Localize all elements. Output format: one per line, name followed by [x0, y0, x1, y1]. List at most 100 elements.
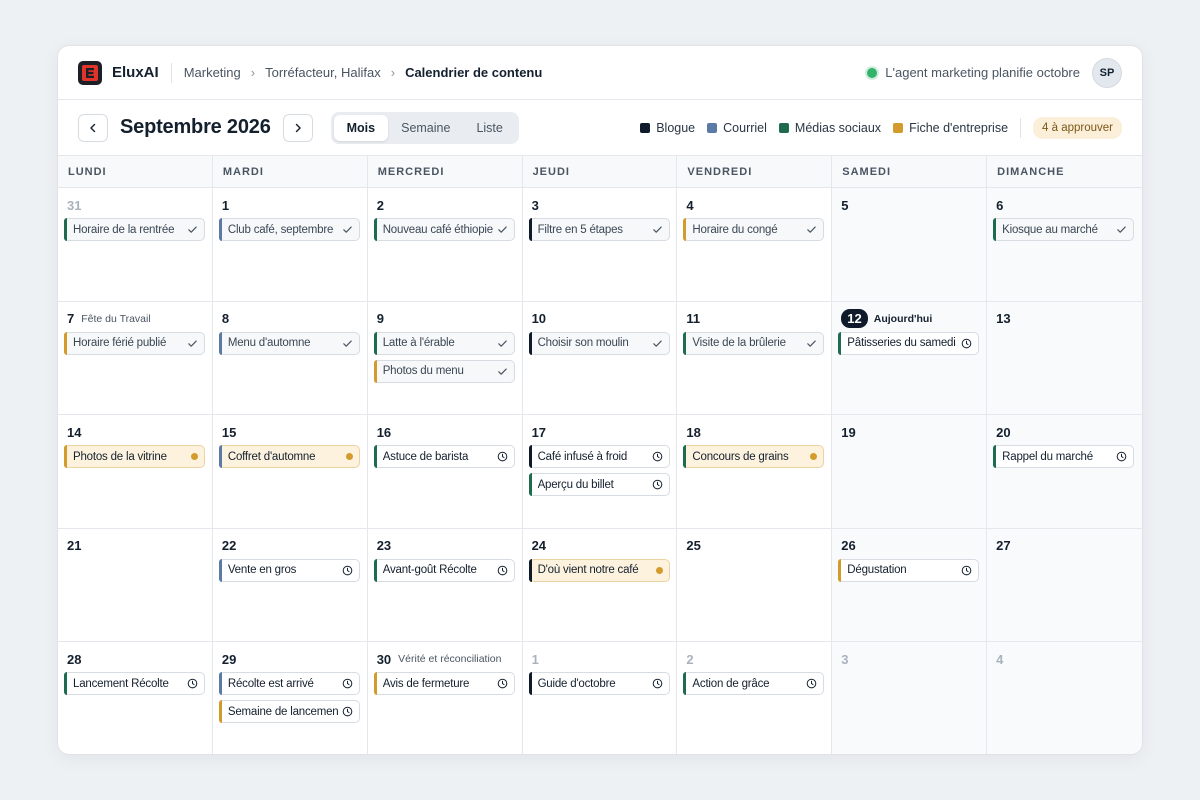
day-cell[interactable]: 20 Rappel du marché: [987, 415, 1142, 529]
day-cell[interactable]: 23 Avant-goût Récolte: [367, 528, 523, 643]
day-cell[interactable]: 16 Astuce de barista: [367, 415, 523, 529]
view-week-tab[interactable]: Semaine: [388, 115, 463, 141]
day-cell[interactable]: 28 Lancement Récolte: [58, 642, 213, 754]
day-cell[interactable]: 10 Choisir son moulin: [522, 301, 678, 416]
approval-badge[interactable]: 4 à approuver: [1033, 116, 1122, 139]
clock-icon: [652, 451, 662, 462]
avatar[interactable]: SP: [1092, 57, 1122, 88]
day-cell[interactable]: 27: [987, 528, 1142, 643]
calendar-event[interactable]: Photos du menu: [373, 359, 515, 383]
event-title: Guide d'octobre: [537, 677, 616, 690]
calendar-event[interactable]: Lancement Récolte: [64, 672, 205, 696]
weekday-label: DIMANCHE: [997, 166, 1065, 178]
day-cell[interactable]: 12 Aujourd'hui Pâtisseries du samedi: [832, 301, 988, 416]
day-cell[interactable]: 1 Guide d'octobre: [523, 642, 678, 754]
clock-icon: [652, 679, 662, 689]
day-number: 2: [686, 651, 694, 667]
day-cell[interactable]: 21: [58, 528, 213, 643]
legend-label: Blogue: [656, 120, 696, 135]
calendar-event[interactable]: Pâtisseries du samedi: [838, 331, 980, 355]
calendar-event[interactable]: Filtre en 5 étapes: [528, 218, 670, 241]
day-cell[interactable]: 19: [832, 415, 988, 529]
day-cell[interactable]: 1 Club café, septembre: [212, 188, 368, 302]
day-cell[interactable]: 4: [987, 642, 1142, 754]
day-cell[interactable]: 24 D'où vient notre café: [522, 528, 678, 643]
day-cell-header: 19: [841, 423, 980, 441]
calendar-event[interactable]: Kiosque au marché: [993, 218, 1135, 241]
calendar-event[interactable]: Action de grâce: [683, 672, 825, 696]
chevron-right-icon: ›: [390, 65, 396, 80]
day-cell[interactable]: 18 Concours de grains: [677, 415, 833, 529]
day-cell[interactable]: 2 Nouveau café éthiopien: [367, 188, 523, 302]
calendar-event[interactable]: Club café, septembre: [218, 218, 360, 241]
agent-status: L'agent marketing planifie octobre: [885, 65, 1080, 80]
breadcrumb-current: Calendrier de contenu: [405, 65, 543, 80]
day-cell[interactable]: 4 Horaire du congé: [677, 188, 833, 302]
calendar-event[interactable]: Avant-goût Récolte: [373, 558, 515, 582]
day-number: 8: [221, 311, 230, 327]
calendar-event[interactable]: Rappel du marché: [993, 445, 1135, 469]
day-cell[interactable]: 8 Menu d'automne: [212, 301, 368, 416]
event-title: Photos du menu: [382, 365, 464, 378]
day-cell[interactable]: 25: [677, 528, 833, 643]
event-title: Pâtisseries du samedi: [847, 337, 956, 350]
day-cell[interactable]: 13: [987, 301, 1142, 416]
view-month-tab[interactable]: Mois: [333, 114, 389, 141]
calendar-event[interactable]: Photos de la vitrine: [64, 445, 205, 469]
calendar-event[interactable]: Nouveau café éthiopien: [373, 218, 515, 241]
day-cell[interactable]: 11 Visite de la brûlerie: [677, 301, 833, 416]
calendar-event[interactable]: Horaire de la rentrée: [64, 218, 205, 241]
day-cell[interactable]: 31 Horaire de la rentrée: [58, 188, 213, 302]
calendar-event[interactable]: Latte à l'érable: [373, 331, 515, 355]
breadcrumb-client[interactable]: Torréfacteur, Halifax: [265, 65, 381, 80]
day-cell[interactable]: 14 Photos de la vitrine: [58, 415, 213, 529]
day-cell[interactable]: 7 Fête du Travail Horaire férié publié: [58, 301, 213, 416]
calendar-event[interactable]: Dégustation: [838, 558, 980, 582]
breadcrumb-marketing[interactable]: Marketing: [184, 65, 241, 80]
calendar-event[interactable]: Choisir son moulin: [528, 331, 670, 355]
calendar-event[interactable]: Avis de fermeture: [373, 672, 515, 696]
day-cell[interactable]: 29 Récolte est arrivé Semaine de lancement: [213, 642, 368, 754]
day-cell-header: 18: [686, 423, 825, 441]
legend-swatch: [893, 122, 904, 133]
day-cell[interactable]: 2 Action de grâce: [677, 642, 833, 754]
day-cell[interactable]: 15 Coffret d'automne: [212, 415, 368, 529]
day-cell-header: 4: [686, 196, 825, 214]
day-cell-header: 14: [67, 423, 206, 441]
e-logo-icon[interactable]: [78, 60, 102, 85]
calendar-event[interactable]: Aperçu du billet: [528, 473, 670, 497]
day-cell[interactable]: 22 Vente en gros: [212, 528, 368, 643]
calendar-event[interactable]: Vente en gros: [218, 558, 360, 582]
day-cell[interactable]: 3 Filtre en 5 étapes: [522, 188, 678, 302]
day-cell[interactable]: 6 Kiosque au marché: [987, 188, 1142, 302]
clock-icon: [1116, 451, 1127, 462]
view-list-tab[interactable]: Liste: [463, 115, 515, 141]
calendar-event[interactable]: D'où vient notre café: [528, 558, 670, 582]
calendar-event[interactable]: Concours de grains: [683, 445, 825, 469]
calendar-event[interactable]: Café infusé à froid: [528, 445, 670, 469]
event-title: Kiosque au marché: [1002, 223, 1098, 236]
next-month-button[interactable]: [282, 113, 313, 142]
event-title: Coffret d'automne: [227, 450, 316, 463]
prev-month-button[interactable]: [78, 113, 108, 142]
day-cell[interactable]: 5: [832, 188, 988, 302]
day-cell[interactable]: 9 Latte à l'érable Photos du menu: [367, 301, 523, 416]
legend-swatch: [707, 122, 718, 133]
day-number: 2: [376, 197, 384, 213]
day-cell[interactable]: 26 Dégustation: [832, 528, 988, 643]
day-cell-header: 1: [222, 196, 361, 214]
calendar-event[interactable]: Visite de la brûlerie: [683, 331, 825, 355]
day-cell[interactable]: 17 Café infusé à froid Aperçu du billet: [522, 415, 678, 529]
calendar-event[interactable]: Horaire du congé: [683, 218, 825, 241]
calendar-event[interactable]: Menu d'automne: [218, 331, 360, 355]
calendar-event[interactable]: Horaire férié publié: [64, 331, 205, 355]
calendar-event[interactable]: Coffret d'automne: [218, 445, 360, 469]
day-cell[interactable]: 3: [832, 642, 988, 754]
calendar-event[interactable]: Récolte est arrivé: [218, 672, 360, 696]
day-cell-header: 20: [996, 423, 1136, 441]
brand-name: EluxAI: [112, 64, 159, 81]
calendar-event[interactable]: Guide d'octobre: [528, 672, 670, 696]
calendar-event[interactable]: Astuce de barista: [373, 445, 515, 469]
calendar-event[interactable]: Semaine de lancement: [218, 700, 360, 724]
day-cell[interactable]: 30 Vérité et réconciliation Avis de fermet…: [368, 642, 523, 754]
